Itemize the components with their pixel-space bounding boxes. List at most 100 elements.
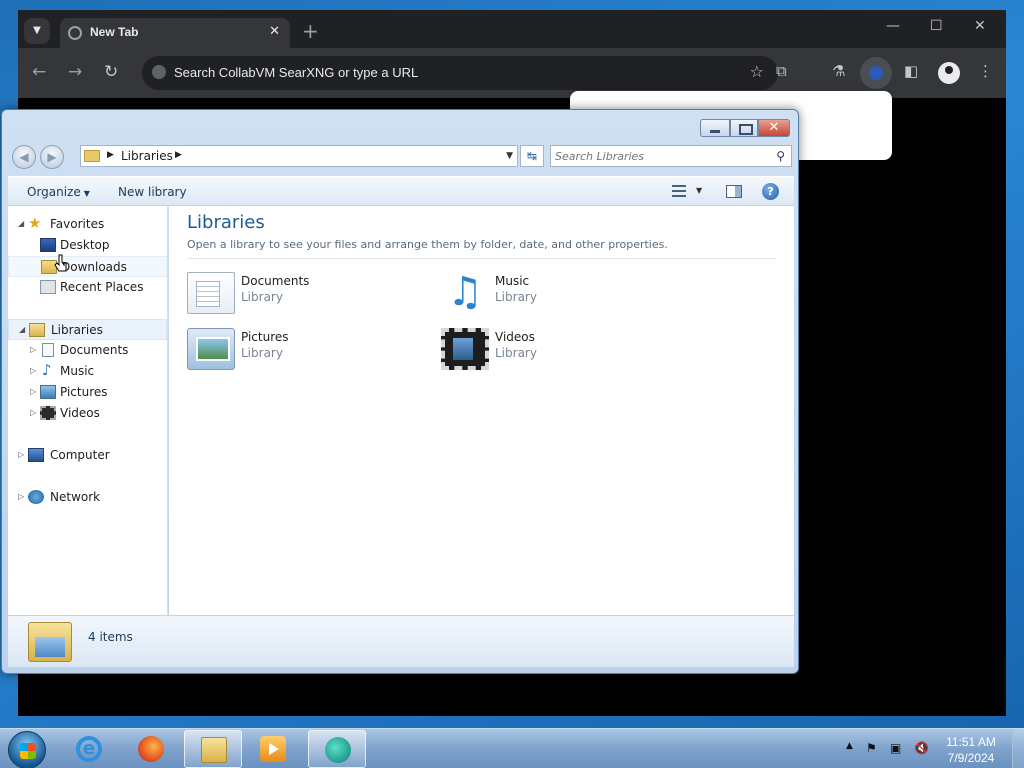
library-pictures[interactable]: Pictures Library xyxy=(187,324,407,374)
taskbar-windows-explorer[interactable] xyxy=(184,730,242,768)
nav-downloads[interactable]: Downloads xyxy=(8,256,167,277)
back-button[interactable]: ◀ xyxy=(12,145,36,169)
music-library-icon: ♫ xyxy=(447,269,483,315)
change-view-icon[interactable] xyxy=(670,183,688,199)
explorer-window: ✕ ◀ ▶ ▶ Libraries ▶ ▼ ↹ ⚲ Organize▼ New … xyxy=(1,109,799,674)
search-input[interactable] xyxy=(555,148,765,164)
help-icon[interactable]: ? xyxy=(762,183,779,200)
forward-button[interactable]: ▶ xyxy=(40,145,64,169)
command-bar: Organize ▼ New library ▼ ? xyxy=(8,176,794,206)
nav-music[interactable]: ▷ ♪ Music xyxy=(8,361,167,382)
media-player-icon xyxy=(260,736,286,762)
collapse-icon[interactable]: ▷ xyxy=(30,366,36,375)
omnibox-input[interactable]: Search CollabVM SearXNG or type a URL xyxy=(174,65,418,80)
tab-new-tab[interactable]: New Tab ✕ xyxy=(60,18,290,48)
tab-close-icon[interactable]: ✕ xyxy=(269,24,280,39)
item-count: 4 items xyxy=(88,630,133,644)
organize-button[interactable]: Organize ▼ xyxy=(27,185,90,199)
search-box[interactable]: ⚲ xyxy=(550,145,792,167)
internet-explorer-icon: e xyxy=(76,736,102,762)
taskbar-firefox[interactable] xyxy=(122,730,180,768)
collapse-icon[interactable]: ▷ xyxy=(30,408,36,417)
nav-libraries[interactable]: ◢ Libraries xyxy=(8,319,167,340)
maximize-icon[interactable]: ☐ xyxy=(930,18,943,34)
breadcrumb-arrow[interactable]: ▶ xyxy=(175,150,182,160)
nav-pictures[interactable]: ▷ Pictures xyxy=(8,382,167,403)
chrome-titlebar: ▼ New Tab ✕ + — ☐ ✕ ← → ↻ Search CollabV… xyxy=(18,10,1006,98)
taskbar-collabvm[interactable] xyxy=(308,730,366,768)
clock-date[interactable]: 7/9/2024 xyxy=(940,751,1002,765)
refresh-button[interactable]: ↹ xyxy=(520,145,544,167)
pictures-library-icon xyxy=(187,328,235,370)
expand-icon[interactable]: ◢ xyxy=(19,325,25,334)
close-icon[interactable]: ✕ xyxy=(974,18,986,34)
new-library-button[interactable]: New library xyxy=(118,185,187,199)
documents-icon xyxy=(42,343,54,357)
nav-favorites[interactable]: ◢ ★ Favorites xyxy=(8,214,167,235)
library-documents[interactable]: Documents Library xyxy=(187,268,407,318)
labs-icon[interactable]: ⚗ xyxy=(832,62,845,80)
back-icon[interactable]: ← xyxy=(32,62,46,82)
profile-icon[interactable] xyxy=(938,62,960,84)
libraries-folder-icon xyxy=(84,150,100,162)
show-desktop-button[interactable] xyxy=(1012,729,1024,768)
chevron-down-icon: ▼ xyxy=(83,189,90,198)
library-videos[interactable]: Videos Library xyxy=(441,324,661,374)
divider xyxy=(187,258,777,259)
address-dropdown-icon[interactable]: ▼ xyxy=(506,151,513,161)
address-bar[interactable]: ▶ Libraries ▶ ▼ xyxy=(80,145,518,167)
firefox-icon xyxy=(138,736,164,762)
network-icon xyxy=(28,490,44,504)
navigation-pane: ◢ ★ Favorites Desktop Downloads Recent P… xyxy=(8,206,168,615)
minimize-button[interactable] xyxy=(700,119,730,137)
bookmark-star-icon[interactable]: ☆ xyxy=(750,62,764,81)
collapse-icon[interactable]: ▷ xyxy=(30,345,36,354)
network-tray-icon[interactable]: ▣ xyxy=(890,741,901,755)
nav-documents[interactable]: ▷ Documents xyxy=(8,340,167,361)
search-icon: ⚲ xyxy=(776,149,785,163)
library-music[interactable]: ♫ Music Library xyxy=(441,268,661,318)
tab-search-icon[interactable]: ▼ xyxy=(24,18,50,44)
preview-pane-icon[interactable] xyxy=(726,185,742,198)
recent-places-icon xyxy=(40,280,56,294)
action-center-flag-icon[interactable]: ⚑ xyxy=(866,741,877,755)
nav-desktop[interactable]: Desktop xyxy=(8,235,167,256)
view-dropdown-icon[interactable]: ▼ xyxy=(696,186,702,195)
collapse-icon[interactable]: ▷ xyxy=(18,492,24,501)
nav-videos[interactable]: ▷ Videos xyxy=(8,403,167,424)
clock-time[interactable]: 11:51 AM xyxy=(940,735,1002,749)
site-info-icon[interactable] xyxy=(152,65,166,79)
tab-title: New Tab xyxy=(90,25,139,39)
volume-muted-icon[interactable]: 🔇 xyxy=(914,741,929,755)
documents-library-icon xyxy=(187,272,235,314)
show-hidden-icons[interactable]: ▲ xyxy=(846,741,853,751)
minimize-icon[interactable]: — xyxy=(886,18,900,34)
taskbar-media-player[interactable] xyxy=(244,730,302,768)
pictures-icon xyxy=(40,385,56,399)
libraries-icon xyxy=(29,323,45,337)
content-pane: Libraries Open a library to see your fil… xyxy=(169,206,794,615)
maximize-button[interactable] xyxy=(730,119,758,137)
collapse-icon[interactable]: ▷ xyxy=(18,450,24,459)
breadcrumb-libraries[interactable]: Libraries xyxy=(121,149,173,163)
system-tray: ▲ ⚑ ▣ 🔇 11:51 AM 7/9/2024 xyxy=(824,729,1024,768)
forward-icon[interactable]: → xyxy=(68,62,82,82)
side-panel-icon[interactable]: ◧ xyxy=(904,62,918,80)
nav-network[interactable]: ▷ Network xyxy=(8,487,167,508)
libraries-large-icon xyxy=(28,622,72,662)
address-arrow[interactable]: ▶ xyxy=(107,150,114,160)
start-button[interactable] xyxy=(8,731,46,768)
extensions-icon[interactable]: ⧉ xyxy=(776,62,787,80)
expand-icon[interactable]: ◢ xyxy=(18,219,24,228)
menu-icon[interactable]: ⋮ xyxy=(978,62,993,80)
close-button[interactable]: ✕ xyxy=(758,119,790,137)
new-tab-button[interactable]: + xyxy=(302,19,319,43)
extension-button[interactable] xyxy=(860,57,892,89)
nav-computer[interactable]: ▷ Computer xyxy=(8,445,167,466)
nav-recent-places[interactable]: Recent Places xyxy=(8,277,167,298)
collapse-icon[interactable]: ▷ xyxy=(30,387,36,396)
hand-cursor-icon xyxy=(54,254,67,272)
reload-icon[interactable]: ↻ xyxy=(104,62,118,82)
taskbar-internet-explorer[interactable]: e xyxy=(60,730,118,768)
omnibox[interactable]: Search CollabVM SearXNG or type a URL ☆ xyxy=(142,56,778,90)
